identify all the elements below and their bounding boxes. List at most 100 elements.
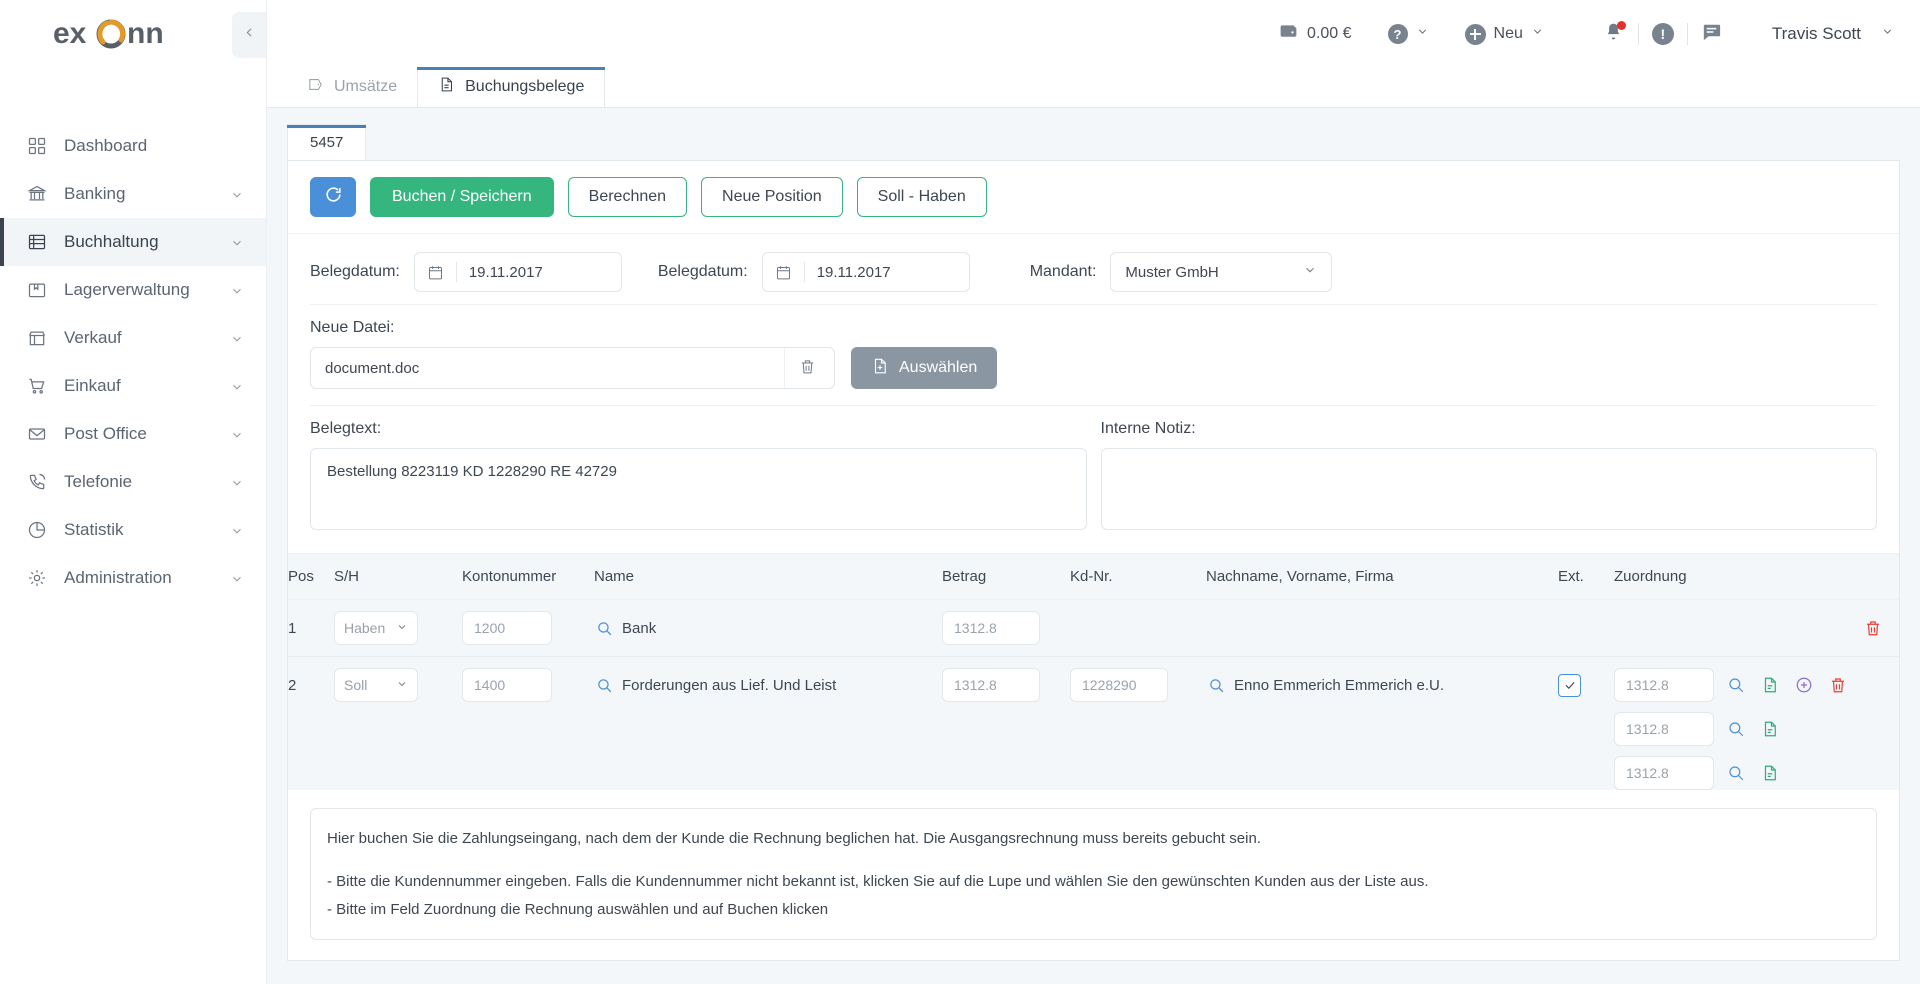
row1-kontonummer-input[interactable]: 1200 [462, 611, 552, 645]
info-line-1: Hier buchen Sie die Zahlungseingang, nac… [327, 830, 1261, 847]
document-icon[interactable] [1760, 675, 1780, 695]
content-area: 5457 Buchen / Speichern Berechnen Neue P… [267, 108, 1920, 984]
sidebar-item-label: Statistik [64, 520, 124, 539]
row2-kd-nr-input[interactable]: 1228290 [1070, 668, 1168, 702]
row1-pos: 1 [288, 619, 297, 637]
app-root: ex nn Dashboard Banking Buchhaltung Lage… [0, 0, 1920, 984]
sidebar-item-banking[interactable]: Banking [0, 170, 266, 218]
row1-betrag-input[interactable]: 1312.8 [942, 611, 1040, 645]
belegdatum-1-label: Belegdatum: [310, 263, 400, 280]
cell-zuordnung [1614, 599, 1899, 657]
auswaehlen-button[interactable]: Auswählen [851, 347, 998, 389]
row1-sh-value: Haben [344, 620, 386, 636]
box-icon [26, 279, 48, 301]
sidebar-item-post-office[interactable]: Post Office [0, 410, 266, 458]
row2-kontonummer-input[interactable]: 1400 [462, 668, 552, 702]
alerts-button[interactable]: ! [1639, 18, 1687, 50]
row2-sh-select[interactable]: Soll [334, 668, 418, 702]
col-kontonummer: Kontonummer [462, 553, 594, 600]
search-icon[interactable] [594, 618, 614, 638]
zuordnung-3-input[interactable]: 1312.8 [1614, 756, 1714, 790]
search-icon[interactable] [1726, 719, 1746, 739]
chevron-down-icon [230, 571, 244, 585]
refresh-button[interactable] [310, 177, 356, 217]
chevron-down-icon [1881, 25, 1894, 43]
app-logo[interactable]: ex nn [0, 0, 266, 68]
tab-umsaetze[interactable]: Umsätze [287, 67, 417, 107]
col-name: Name [594, 553, 942, 600]
chat-icon [1700, 20, 1723, 48]
notifications-button[interactable] [1590, 18, 1638, 50]
main-area: 0.00 € ? Neu ! Travis Scott Umsätze Buch… [267, 0, 1920, 984]
col-ext: Ext. [1558, 553, 1614, 600]
chevron-left-icon [243, 26, 256, 44]
row1-name-value: Bank [622, 619, 657, 637]
delete-file-button[interactable] [784, 348, 830, 388]
wallet-balance[interactable]: 0.00 € [1278, 21, 1352, 47]
col-sh: S/H [334, 553, 462, 600]
file-name-field[interactable]: document.doc [310, 347, 835, 389]
belegtext-textarea[interactable] [310, 448, 1087, 530]
sidebar-item-dashboard[interactable]: Dashboard [0, 122, 266, 170]
chevron-down-icon [230, 523, 244, 537]
messages-button[interactable] [1688, 18, 1736, 50]
chevron-down-icon [230, 427, 244, 441]
mandant-value: Muster GmbH [1125, 263, 1219, 281]
user-name: Travis Scott [1771, 24, 1861, 43]
plus-circle-icon[interactable] [1794, 675, 1814, 695]
sidebar-item-buchhaltung[interactable]: Buchhaltung [0, 218, 266, 266]
mandant-label: Mandant: [1029, 263, 1097, 280]
chevron-down-icon [1303, 263, 1317, 281]
col-betrag: Betrag [942, 553, 1070, 600]
sidebar-collapse-button[interactable] [232, 12, 266, 58]
sidebar-item-verkauf[interactable]: Verkauf [0, 314, 266, 362]
envelope-icon [26, 423, 48, 445]
sidebar-item-label: Verkauf [64, 328, 122, 347]
row2-delete-button[interactable] [1828, 675, 1848, 695]
buchen-speichern-button[interactable]: Buchen / Speichern [370, 177, 554, 217]
document-icon[interactable] [1760, 719, 1780, 739]
document-icon[interactable] [1760, 763, 1780, 783]
sidebar-item-einkauf[interactable]: Einkauf [0, 362, 266, 410]
soll-haben-button[interactable]: Soll - Haben [856, 177, 987, 217]
belegdatum-1-field[interactable]: 19.11.2017 [413, 252, 622, 292]
row1-delete-button[interactable] [1863, 618, 1883, 638]
row1-sh-select[interactable]: Haben [334, 611, 418, 645]
document-icon [438, 76, 455, 98]
sidebar-item-statistik[interactable]: Statistik [0, 506, 266, 554]
new-menu-button[interactable]: Neu [1464, 23, 1544, 45]
belegdatum-2-field[interactable]: 19.11.2017 [761, 252, 970, 292]
zuordnung-1-input[interactable]: 1312.8 [1614, 668, 1714, 702]
zuordnung-2-input[interactable]: 1312.8 [1614, 712, 1714, 746]
row2-betrag-input[interactable]: 1312.8 [942, 668, 1040, 702]
search-icon[interactable] [1726, 763, 1746, 783]
grid-icon [26, 135, 48, 157]
calendar-icon [427, 264, 444, 281]
col-pos: Pos [288, 553, 334, 600]
search-icon[interactable] [1206, 675, 1226, 695]
row2-nachname-value: Enno Emmerich Emmerich e.U. [1234, 676, 1445, 694]
cell-pos: 1 [288, 599, 334, 657]
berechnen-button[interactable]: Berechnen [567, 177, 688, 217]
sidebar-item-telefonie[interactable]: Telefonie [0, 458, 266, 506]
svg-text:nn: nn [127, 17, 164, 50]
search-icon[interactable] [594, 675, 614, 695]
row2-ext-checkbox[interactable] [1558, 673, 1581, 697]
chevron-down-icon [230, 331, 244, 345]
help-menu[interactable]: ? [1387, 24, 1429, 44]
cell-ext [1558, 599, 1614, 657]
sidebar-item-administration[interactable]: Administration [0, 554, 266, 602]
neue-position-button[interactable]: Neue Position [701, 177, 843, 217]
user-menu[interactable]: Travis Scott [1772, 24, 1894, 44]
bank-icon [26, 183, 48, 205]
sidebar-item-label: Lagerverwaltung [64, 280, 190, 299]
row2-name-value: Forderungen aus Lief. Und Leist [622, 676, 837, 694]
tab-buchungsbelege[interactable]: Buchungsbelege [417, 67, 606, 107]
search-icon[interactable] [1726, 675, 1746, 695]
sidebar-item-lagerverwaltung[interactable]: Lagerverwaltung [0, 266, 266, 314]
sidebar-item-label: Dashboard [64, 136, 148, 155]
mandant-select[interactable]: Muster GmbH [1110, 252, 1333, 292]
interne-notiz-textarea[interactable] [1100, 448, 1877, 530]
subtab-5457[interactable]: 5457 [287, 124, 367, 160]
col-zuordnung: Zuordnung [1614, 553, 1899, 600]
